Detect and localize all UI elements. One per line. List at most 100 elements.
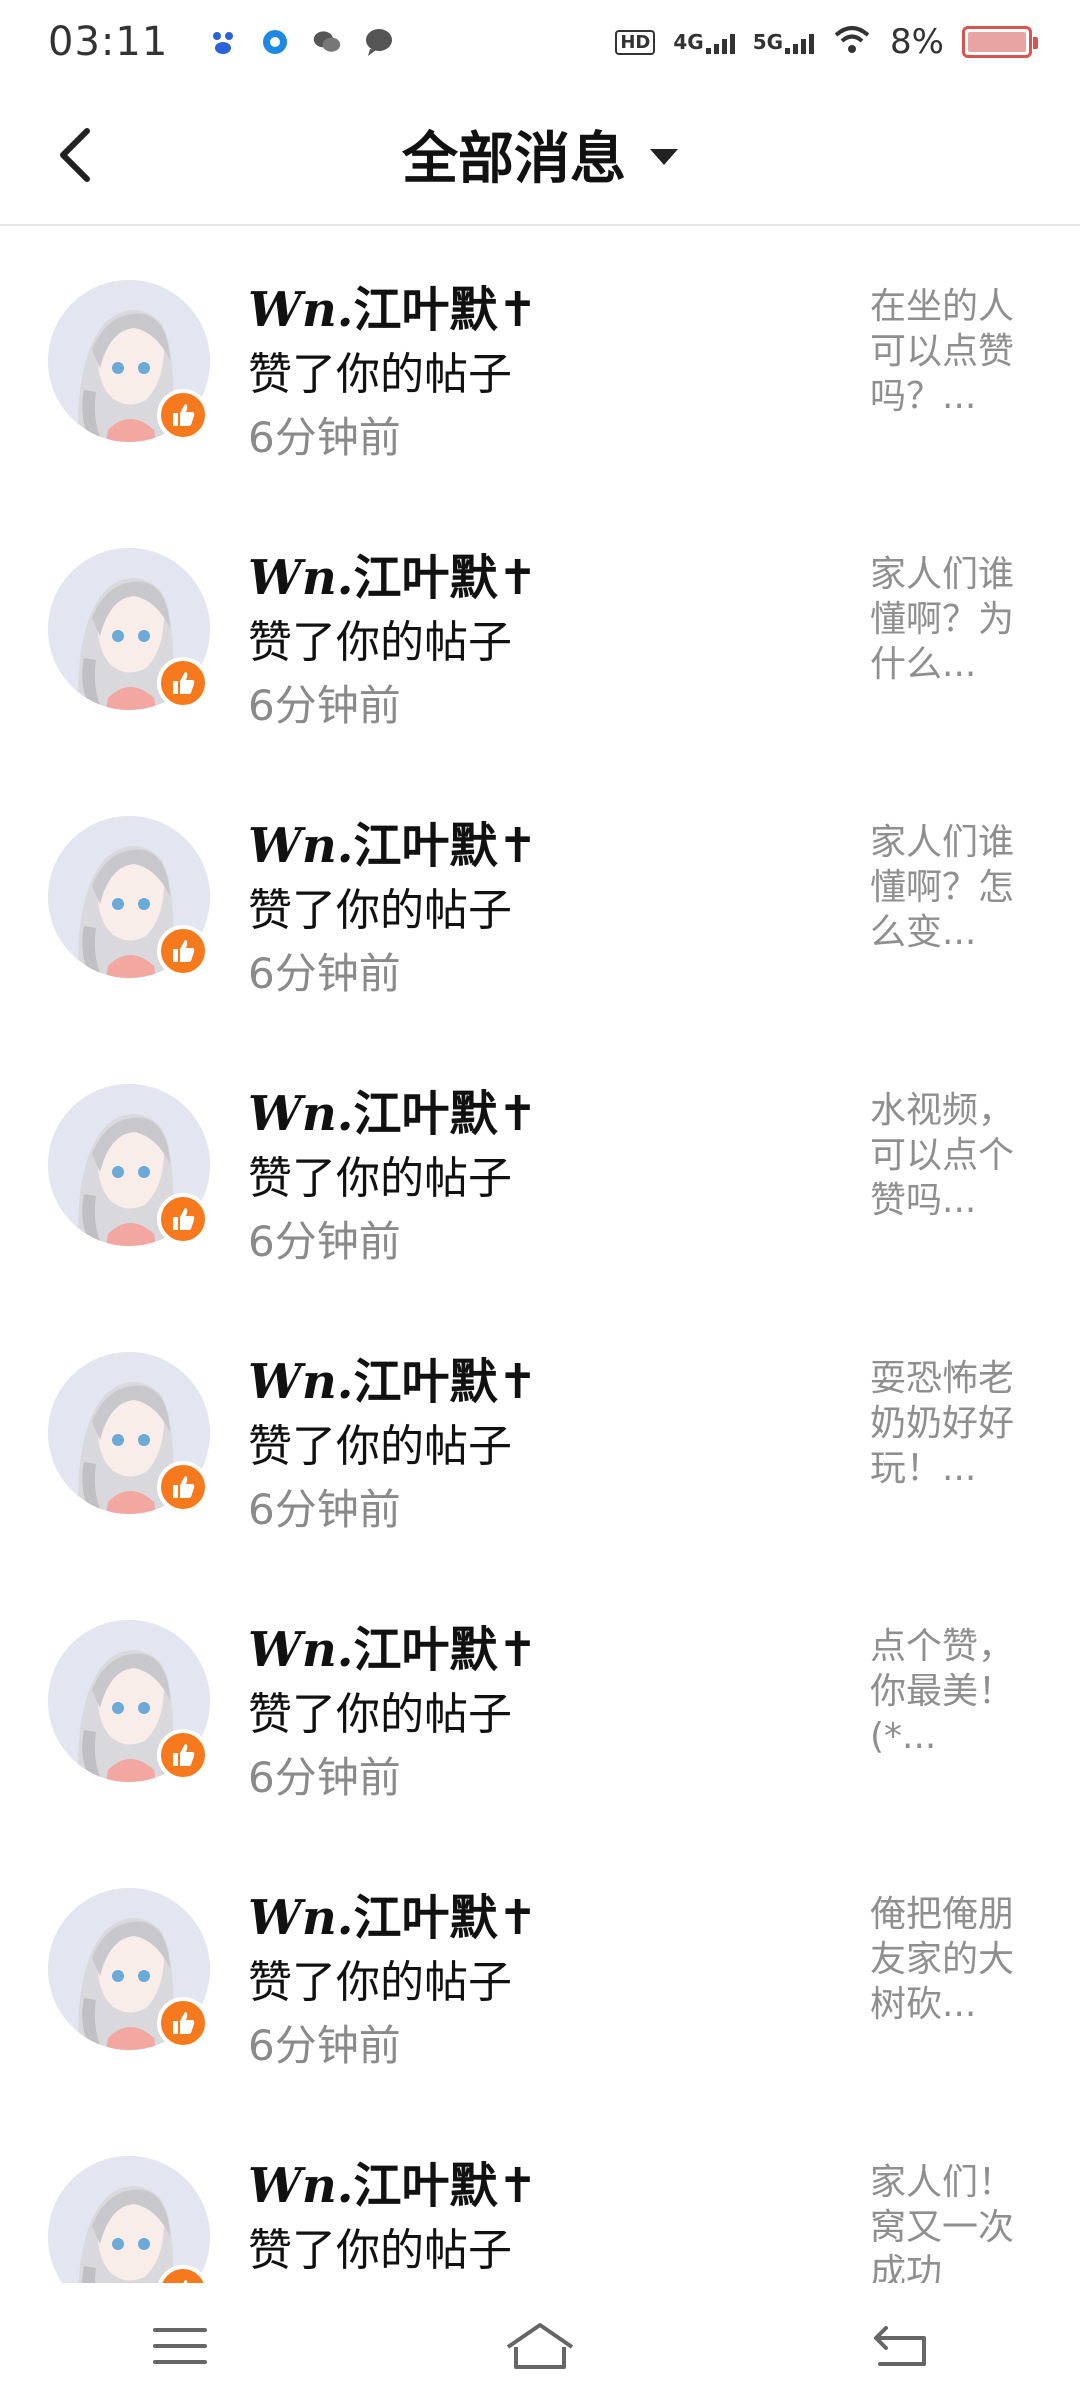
system-back-button[interactable] <box>855 2311 945 2381</box>
wechat-icon <box>312 27 342 57</box>
like-badge-icon <box>157 925 209 977</box>
post-preview[interactable]: 家人们谁懂啊？怎么变... <box>870 820 1040 955</box>
action-text: 赞了你的帖子 <box>248 1153 512 1204</box>
username[interactable]: Wn.江叶默✝ <box>248 2146 538 2216</box>
username[interactable]: Wn.江叶默✝ <box>248 806 538 876</box>
username-prefix: Wn. <box>248 2158 354 2214</box>
like-badge-icon <box>157 1729 209 1781</box>
username[interactable]: Wn.江叶默✝ <box>248 1342 538 1412</box>
network-label-2: 5G <box>752 30 784 54</box>
username[interactable]: Wn.江叶默✝ <box>248 270 538 340</box>
post-preview[interactable]: 俺把俺朋友家的大树砍... <box>870 1892 1040 2027</box>
timestamp: 6分钟前 <box>248 1217 401 1266</box>
message-row[interactable]: Wn.江叶默✝ 赞了你的帖子 6分钟前 家人们谁懂啊？为什么... <box>0 496 1080 764</box>
timestamp: 6分钟前 <box>248 1753 401 1802</box>
username[interactable]: Wn.江叶默✝ <box>248 538 538 608</box>
username-suffix: ✝ <box>497 1890 538 1946</box>
title-dropdown[interactable]: 全部消息 <box>0 114 1080 194</box>
username-suffix: ✝ <box>497 1622 538 1678</box>
action-text: 赞了你的帖子 <box>248 1421 512 1472</box>
baidu-app-icon <box>208 27 238 57</box>
message-row[interactable]: Wn.江叶默✝ 赞了你的帖子 6分钟前 在坐的人可以点赞吗？... <box>0 228 1080 496</box>
battery-percent: 8% <box>890 22 944 62</box>
status-time: 03:11 <box>48 19 169 65</box>
username-prefix: Wn. <box>248 818 354 874</box>
username-prefix: Wn. <box>248 1354 354 1410</box>
post-preview[interactable]: 水视频，可以点个赞吗... <box>870 1088 1040 1223</box>
timestamp: 6分钟前 <box>248 681 401 730</box>
message-row[interactable]: Wn.江叶默✝ 赞了你的帖子 6分钟前 家人们谁懂啊？怎么变... <box>0 764 1080 1032</box>
like-badge-icon <box>157 1997 209 2049</box>
username-name: 江叶默 <box>353 2158 498 2214</box>
username-name: 江叶默 <box>353 1086 498 1142</box>
action-text: 赞了你的帖子 <box>248 349 512 400</box>
username[interactable]: Wn.江叶默✝ <box>248 1878 538 1948</box>
message-row[interactable]: Wn.江叶默✝ 赞了你的帖子 6分钟前 点个赞，你最美！(*... <box>0 1568 1080 1836</box>
wifi-icon <box>832 20 872 64</box>
message-row[interactable]: Wn.江叶默✝ 赞了你的帖子 6分钟前 耍恐怖老奶奶好好玩！... <box>0 1300 1080 1568</box>
timestamp: 6分钟前 <box>248 2021 401 2070</box>
hd-label: HD <box>615 29 656 55</box>
status-right: HD 4G 5G 8% <box>615 20 1038 64</box>
username-prefix: Wn. <box>248 550 354 606</box>
status-bar: 03:11 HD 4G 5G 8% <box>0 0 1080 84</box>
username-prefix: Wn. <box>248 282 354 338</box>
username-name: 江叶默 <box>353 1622 498 1678</box>
username-name: 江叶默 <box>353 550 498 606</box>
message-list[interactable]: Wn.江叶默✝ 赞了你的帖子 6分钟前 在坐的人可以点赞吗？... Wn.江叶默… <box>0 228 1080 2283</box>
signal-1: 4G <box>673 30 735 54</box>
username-prefix: Wn. <box>248 1622 354 1678</box>
header: 全部消息 <box>0 84 1080 226</box>
like-badge-icon <box>157 1193 209 1245</box>
action-text: 赞了你的帖子 <box>248 617 512 668</box>
username-suffix: ✝ <box>497 550 538 606</box>
action-text: 赞了你的帖子 <box>248 2225 512 2276</box>
like-badge-icon <box>157 657 209 709</box>
username-name: 江叶默 <box>353 282 498 338</box>
username-name: 江叶默 <box>353 1354 498 1410</box>
message-icon <box>364 27 394 57</box>
username-name: 江叶默 <box>353 818 498 874</box>
home-button[interactable] <box>495 2311 585 2381</box>
post-preview[interactable]: 点个赞，你最美！(*... <box>870 1624 1040 1759</box>
like-badge-icon <box>157 389 209 441</box>
action-text: 赞了你的帖子 <box>248 1689 512 1740</box>
signal-2: 5G <box>752 30 815 54</box>
network-label-1: 4G <box>673 30 704 54</box>
signal-bars-icon <box>785 32 815 54</box>
username-suffix: ✝ <box>497 1086 538 1142</box>
post-preview[interactable]: 家人们谁懂啊？为什么... <box>870 552 1040 687</box>
home-icon <box>506 2322 574 2369</box>
hd-indicator: HD <box>615 29 656 55</box>
post-preview[interactable]: 耍恐怖老奶奶好好玩！... <box>870 1356 1040 1491</box>
caret-down-icon <box>650 149 678 165</box>
timestamp: 6分钟前 <box>248 1485 401 1534</box>
battery-icon <box>962 26 1038 58</box>
timestamp: 6分钟前 <box>248 949 401 998</box>
action-text: 赞了你的帖子 <box>248 885 512 936</box>
signal-bars-icon <box>705 32 735 54</box>
system-nav-bar <box>0 2283 1080 2408</box>
message-row[interactable]: Wn.江叶默✝ 赞了你的帖子 6分钟前 家人们！窝又一次成功 <box>0 2104 1080 2283</box>
username-name: 江叶默 <box>353 1890 498 1946</box>
username-suffix: ✝ <box>497 282 538 338</box>
username-prefix: Wn. <box>248 1086 354 1142</box>
timestamp: 6分钟前 <box>248 413 401 462</box>
username-suffix: ✝ <box>497 2158 538 2214</box>
username[interactable]: Wn.江叶默✝ <box>248 1074 538 1144</box>
post-preview[interactable]: 在坐的人可以点赞吗？... <box>870 284 1040 419</box>
username-suffix: ✝ <box>497 818 538 874</box>
back-icon <box>874 2325 926 2366</box>
menu-button[interactable] <box>135 2311 225 2381</box>
username-suffix: ✝ <box>497 1354 538 1410</box>
action-text: 赞了你的帖子 <box>248 1957 512 2008</box>
message-row[interactable]: Wn.江叶默✝ 赞了你的帖子 6分钟前 水视频，可以点个赞吗... <box>0 1032 1080 1300</box>
page-title: 全部消息 <box>402 126 626 192</box>
username[interactable]: Wn.江叶默✝ <box>248 1610 538 1680</box>
browser-app-icon <box>260 27 290 57</box>
post-preview[interactable]: 家人们！窝又一次成功 <box>870 2160 1040 2283</box>
status-left: 03:11 <box>48 19 394 65</box>
message-row[interactable]: Wn.江叶默✝ 赞了你的帖子 6分钟前 俺把俺朋友家的大树砍... <box>0 1836 1080 2104</box>
avatar[interactable] <box>48 2156 210 2283</box>
username-prefix: Wn. <box>248 1890 354 1946</box>
